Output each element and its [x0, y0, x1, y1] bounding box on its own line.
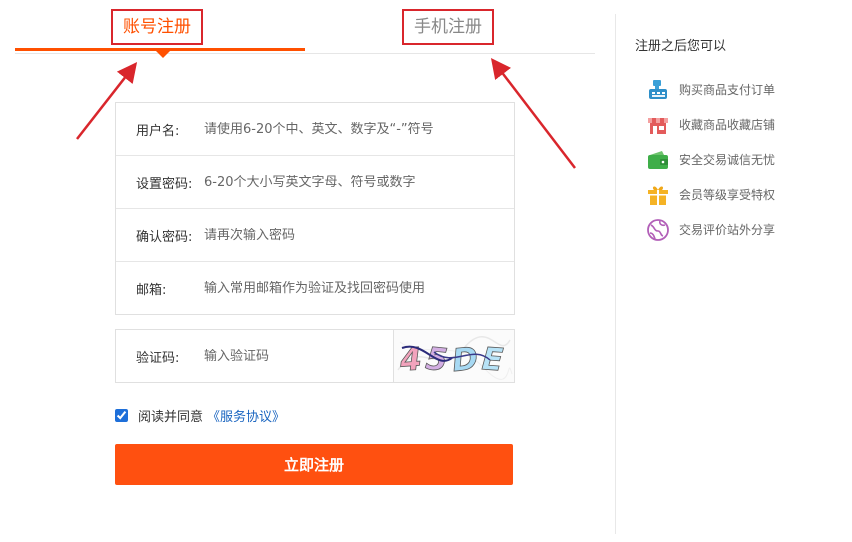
benefit-item: 收藏商品收藏店铺 [646, 107, 775, 142]
register-button[interactable]: 立即注册 [115, 444, 513, 485]
captcha-input[interactable] [204, 348, 384, 364]
cash-register-icon [646, 78, 670, 102]
agreement-checkbox[interactable] [115, 408, 128, 422]
vertical-divider [615, 14, 616, 534]
benefit-item: 交易评价站外分享 [646, 212, 775, 247]
benefit-label: 收藏商品收藏店铺 [679, 118, 776, 132]
password-row: 设置密码: [116, 156, 514, 209]
benefit-item: 购买商品支付订单 [646, 72, 775, 107]
register-form: 用户名: 设置密码: 确认密码: 邮箱: [115, 102, 515, 315]
email-input[interactable] [204, 280, 514, 296]
service-agreement-link[interactable]: 《服务协议》 [207, 406, 285, 425]
benefit-label: 购买商品支付订单 [679, 83, 776, 97]
email-row: 邮箱: [116, 262, 514, 314]
captcha-label: 验证码: [136, 350, 180, 366]
benefit-label: 交易评价站外分享 [679, 223, 776, 237]
confirm-password-input[interactable] [204, 227, 514, 243]
benefits-list: 购买商品支付订单 收藏商品收藏店铺 安全交易诚信无忧 会员等级享受特权 交易评价… [646, 72, 775, 247]
password-input[interactable] [204, 174, 514, 190]
username-input[interactable] [204, 121, 514, 137]
benefit-item: 安全交易诚信无忧 [646, 142, 775, 177]
username-label: 用户名: [136, 123, 180, 139]
gift-icon [646, 183, 670, 207]
register-tabs: 账号注册 手机注册 [15, 0, 595, 58]
confirm-password-label: 确认密码: [136, 229, 193, 245]
wallet-icon [646, 148, 670, 172]
captcha-image[interactable]: 4 5 D E [393, 330, 514, 382]
captcha-char-3: D [450, 341, 479, 379]
benefit-label: 会员等级享受特权 [679, 188, 776, 202]
email-label: 邮箱: [136, 282, 167, 298]
active-tab-caret [156, 51, 170, 58]
sidebar-title: 注册之后您可以 [635, 39, 727, 54]
username-row: 用户名: [116, 103, 514, 156]
tab-phone-register[interactable]: 手机注册 [402, 9, 494, 45]
tab-account-register[interactable]: 账号注册 [111, 9, 203, 45]
globe-icon [646, 218, 670, 242]
confirm-password-row: 确认密码: [116, 209, 514, 262]
captcha-row: 验证码: 4 5 D E [115, 329, 515, 383]
captcha-char-4: E [481, 341, 505, 378]
store-icon [646, 113, 670, 137]
agreement-text: 阅读并同意 [138, 409, 204, 425]
agreement: 阅读并同意 《服务协议》 [115, 405, 285, 425]
benefit-label: 安全交易诚信无忧 [679, 153, 776, 167]
password-label: 设置密码: [136, 176, 193, 192]
benefit-item: 会员等级享受特权 [646, 177, 775, 212]
